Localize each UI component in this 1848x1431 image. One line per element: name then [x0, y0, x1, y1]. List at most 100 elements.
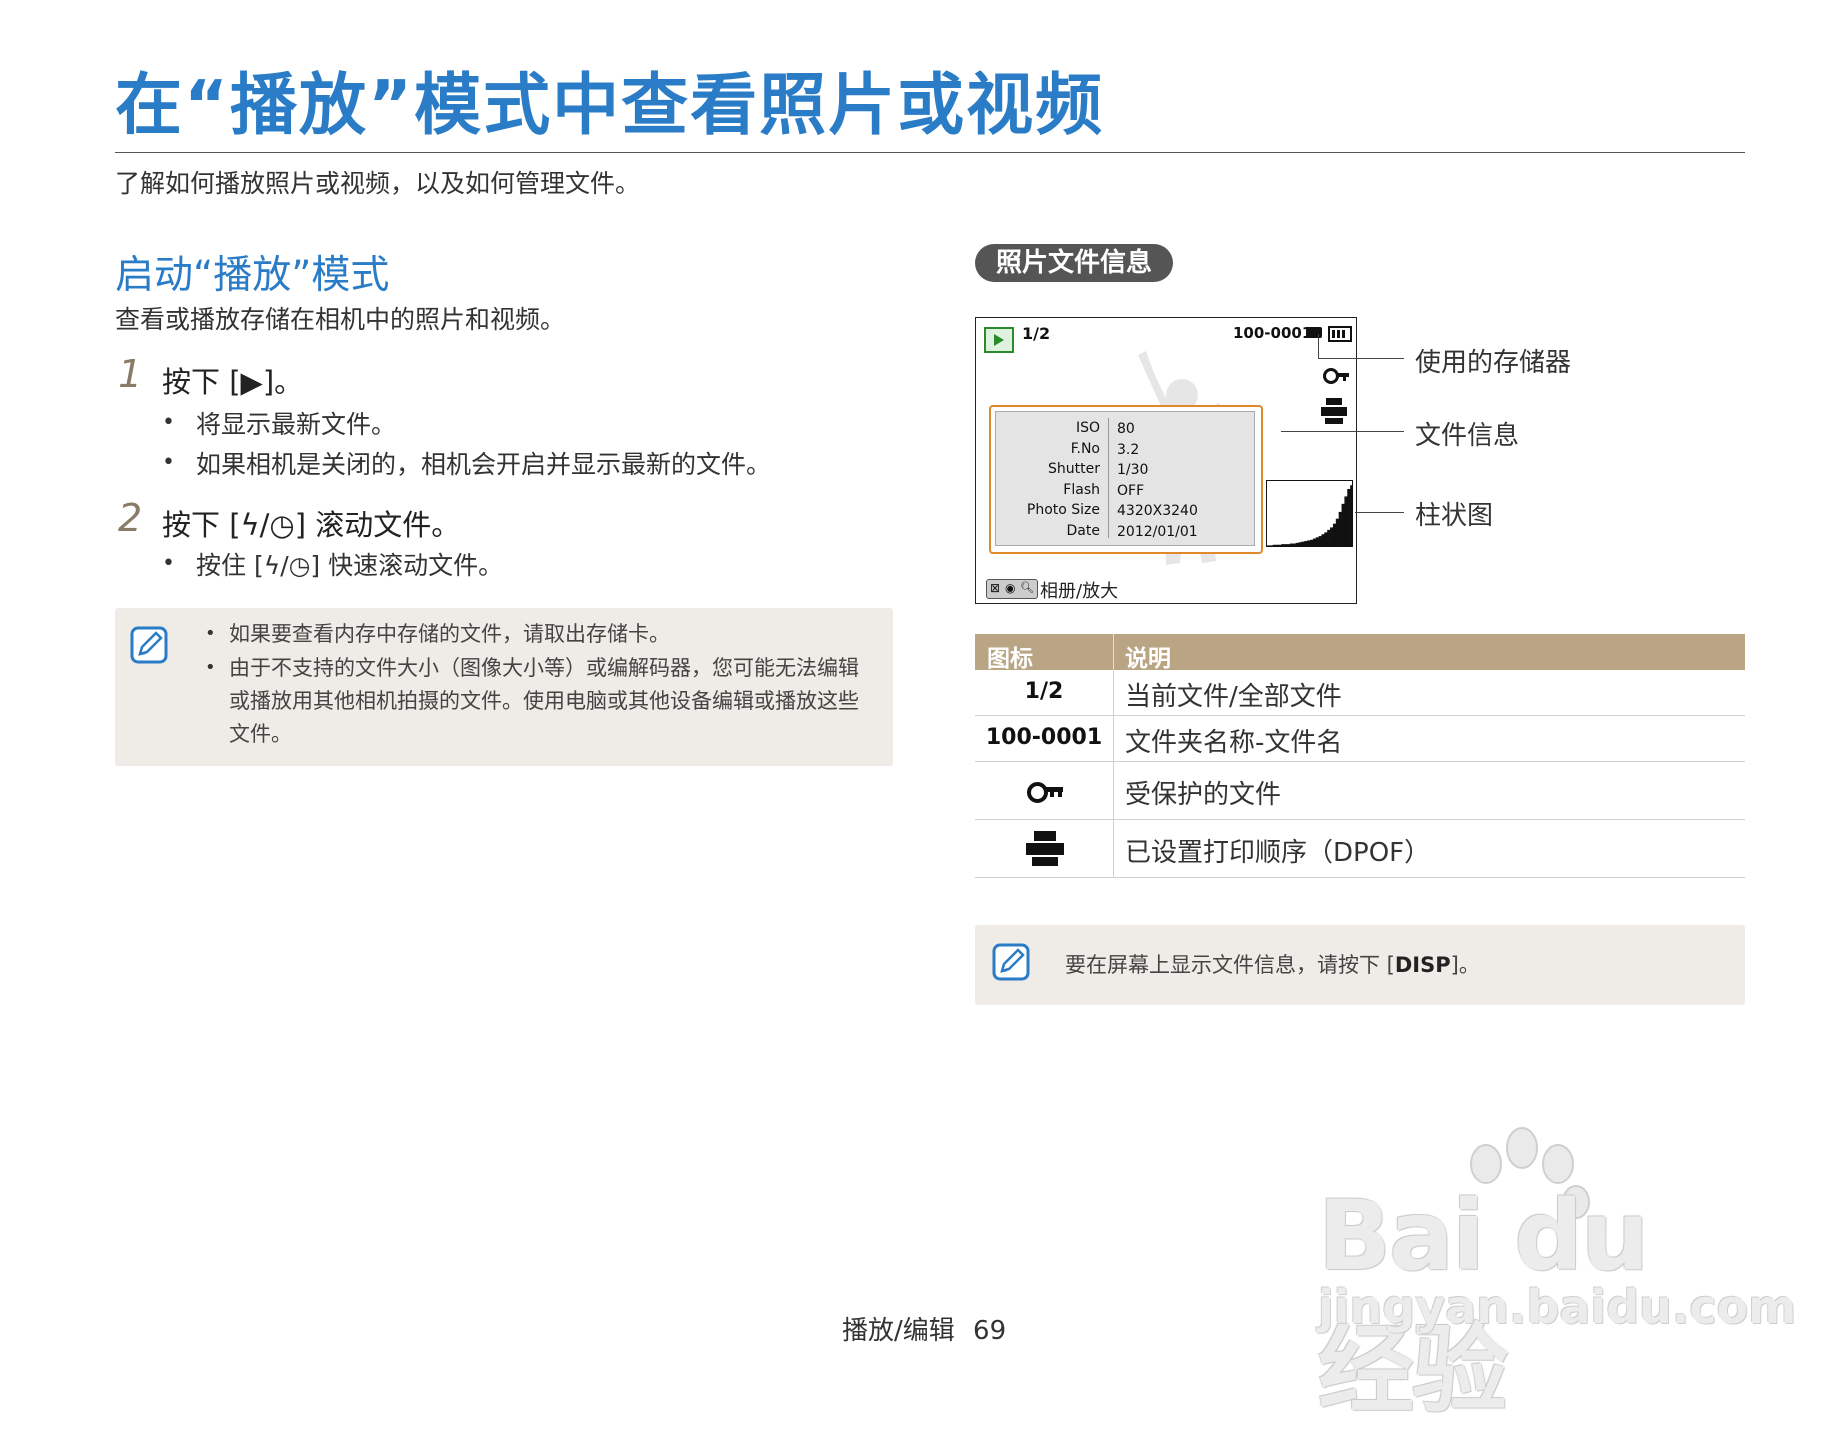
info-key: ISO — [1075, 420, 1100, 436]
histogram-bar — [1347, 488, 1351, 546]
histogram-bar — [1281, 544, 1285, 546]
callout-file-info: 文件信息 — [1415, 421, 1520, 451]
zoom-dial-icon: ◉ — [1005, 581, 1016, 595]
histogram-bar — [1287, 544, 1291, 546]
note-box: • 如果要查看内存中存储的文件，请取出存储卡。 • 由于不支持的文件大小（图像大… — [115, 608, 893, 766]
page-subtitle: 了解如何播放照片或视频，以及如何管理文件。 — [115, 169, 641, 198]
footer-section: 播放/编辑 — [842, 1316, 955, 1346]
info-value: OFF — [1117, 482, 1145, 499]
disp-note-box: 要在屏幕上显示文件信息，请按下 [DISP]。 — [975, 925, 1745, 1005]
playback-mode-icon — [984, 327, 1014, 353]
info-highlight: ISO F.No Shutter Flash Photo Size Date 8… — [989, 405, 1263, 554]
header-divider — [1113, 634, 1114, 670]
histogram-bar — [1332, 523, 1337, 546]
histogram-bar — [1321, 534, 1325, 546]
info-panel: ISO F.No Shutter Flash Photo Size Date 8… — [995, 411, 1255, 546]
histogram-bar — [1278, 544, 1282, 546]
histogram-bar — [1267, 545, 1271, 546]
table-row: 100-0001 文件夹名称-文件名 — [975, 716, 1745, 762]
disp-note-text: 要在屏幕上显示文件信息，请按下 [DISP]。 — [1065, 949, 1480, 979]
info-key: Shutter — [1048, 461, 1100, 477]
histogram-bar — [1272, 544, 1276, 546]
printer-icon — [1026, 831, 1064, 867]
camera-screen: 1/2 100-0001 ISO F.No Shutter Flash Phot… — [975, 317, 1357, 604]
info-key: F.No — [1070, 440, 1100, 457]
histogram-bar — [1312, 538, 1317, 546]
section-description: 查看或播放存储在相机中的照片和视频。 — [115, 305, 566, 334]
thumbnail-icon: ⊠ — [990, 581, 1001, 595]
disp-key-label: DISP — [1394, 953, 1451, 977]
callout-histogram: 柱状图 — [1415, 501, 1494, 531]
row-desc: 已设置打印顺序（DPOF） — [1125, 838, 1431, 868]
info-value: 4320X3240 — [1117, 503, 1198, 519]
histogram-bar — [1338, 511, 1342, 546]
step-1-bullet-2: 如果相机是关闭的，相机会开启并显示最新的文件。 — [196, 450, 772, 479]
callout-leader — [1318, 334, 1319, 358]
step-2-text: 按下 [ϟ/◷] 滚动文件。 — [162, 508, 461, 542]
histogram-bar — [1269, 545, 1274, 546]
note-item-2: 由于不支持的文件大小（图像大小等）或编解码器，您可能无法编辑或播放用其他相机拍摄… — [229, 656, 859, 746]
table-row: 已设置打印顺序（DPOF） — [975, 820, 1745, 878]
step-1-number: 1 — [118, 352, 143, 396]
histogram-bar — [1310, 539, 1314, 546]
column-divider — [1113, 820, 1114, 877]
info-key: Flash — [1063, 481, 1100, 498]
info-value: 80 — [1117, 421, 1135, 437]
histogram-bar — [1284, 544, 1288, 546]
table-header-desc: 说明 — [1125, 646, 1171, 672]
callout-leader — [1281, 431, 1404, 432]
table-header-icon: 图标 — [987, 646, 1033, 672]
note-text-after: ]。 — [1450, 953, 1480, 977]
callout-leader — [1355, 512, 1404, 513]
counter-icon: 1/2 — [1024, 679, 1064, 704]
watermark-url: jingyan.baidu.com — [1318, 1280, 1797, 1334]
bullet-dot: • — [162, 551, 175, 576]
histogram-bar — [1335, 518, 1339, 546]
step-1-bullet-1: 将显示最新文件。 — [196, 410, 397, 439]
row-desc: 受保护的文件 — [1125, 780, 1282, 810]
nav-buttons-icon: ⊠ ◉ 🔍︎ — [986, 579, 1038, 599]
histogram-bar — [1289, 543, 1294, 546]
info-keys: ISO F.No Shutter Flash Photo Size Date — [996, 418, 1100, 541]
histogram-bar — [1292, 543, 1296, 546]
histogram-bar — [1304, 541, 1308, 546]
histogram-bar — [1307, 540, 1311, 546]
note-icon — [130, 626, 168, 664]
page-footer: 播放/编辑 69 — [842, 1310, 1006, 1347]
info-values: 80 3.2 1/30 OFF 4320X3240 2012/01/01 — [1117, 419, 1198, 542]
info-value: 1/30 — [1117, 462, 1149, 478]
column-divider — [1113, 762, 1114, 819]
section-pill: 照片文件信息 — [975, 244, 1173, 282]
note-text-before: 要在屏幕上显示文件信息，请按下 [ — [1065, 953, 1395, 977]
table-header: 图标 说明 — [975, 634, 1745, 672]
histogram-bar — [1341, 503, 1345, 546]
info-key: Photo Size — [1026, 502, 1100, 518]
histogram-bar — [1298, 542, 1302, 546]
histogram-bar — [1330, 527, 1334, 546]
step-1-text: 按下 [▶]。 — [162, 365, 304, 399]
row-desc: 文件夹名称-文件名 — [1125, 728, 1343, 758]
histogram-bar — [1315, 537, 1319, 546]
page-number: 69 — [973, 1316, 1007, 1346]
table-row: 1/2 当前文件/全部文件 — [975, 670, 1745, 716]
info-value: 3.2 — [1117, 441, 1140, 458]
histogram-bar — [1344, 496, 1348, 546]
callout-storage: 使用的存储器 — [1415, 348, 1572, 378]
magnifier-icon: 🔍︎ — [1020, 581, 1034, 594]
bullet-dot: • — [162, 450, 175, 475]
icon-table: 图标 说明 1/2 当前文件/全部文件 100-0001 文件夹名称-文件名 受… — [975, 634, 1745, 878]
table-row: 受保护的文件 — [975, 762, 1745, 820]
column-divider — [1113, 716, 1114, 761]
filename-icon: 100-0001 — [985, 725, 1103, 750]
info-key: Date — [1066, 522, 1100, 539]
file-counter: 1/2 — [1022, 324, 1051, 343]
histogram-bar — [1295, 542, 1299, 546]
bullet-dot: • — [162, 410, 175, 435]
watermark: Bai du 经验 jingyan.baidu.com — [1318, 1120, 1796, 1426]
key-icon — [1027, 780, 1065, 803]
histogram-bar — [1350, 485, 1353, 546]
bullet-dot: • — [205, 623, 216, 644]
bullet-dot: • — [205, 657, 216, 678]
histogram-bar — [1275, 544, 1279, 546]
note-item-1: 如果要查看内存中存储的文件，请取出存储卡。 — [229, 622, 670, 646]
